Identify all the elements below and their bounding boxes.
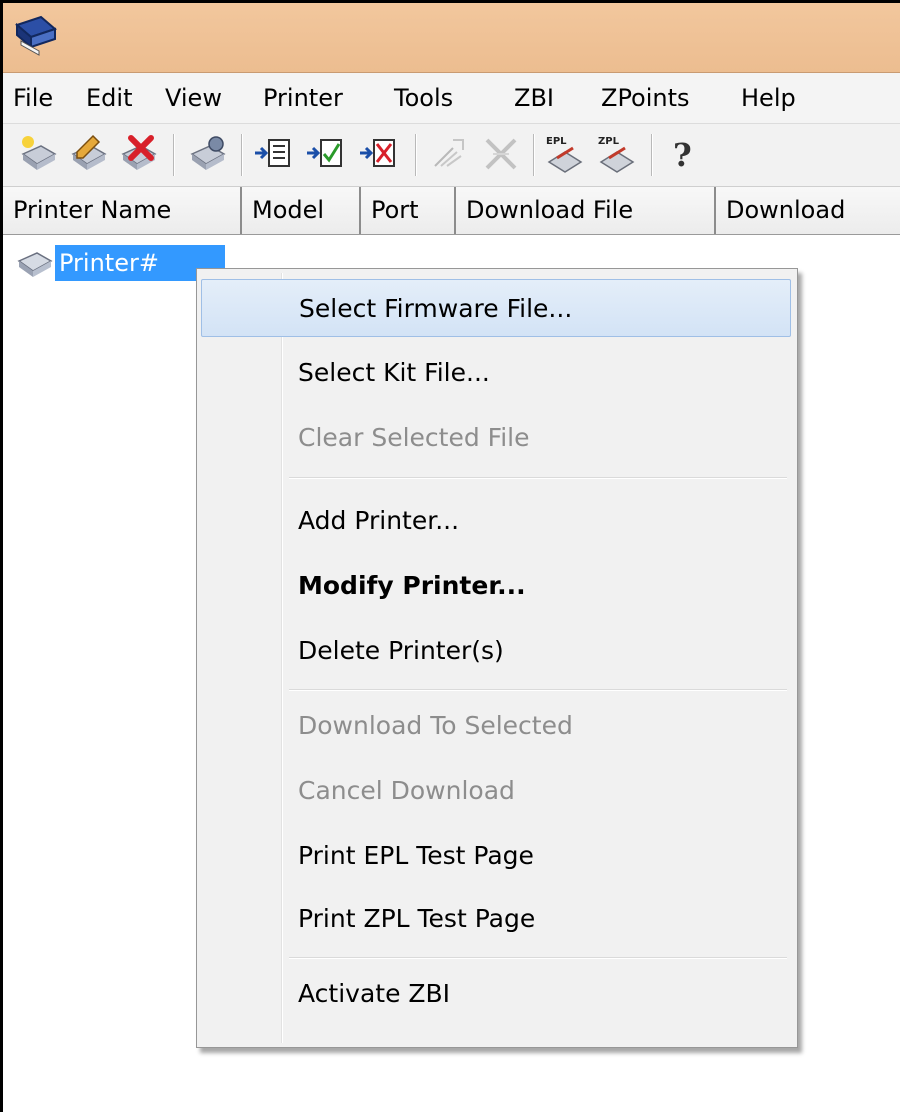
select-kit-icon[interactable] bbox=[303, 132, 347, 176]
epl-test-icon[interactable]: EPL bbox=[543, 132, 587, 176]
printer-icon bbox=[17, 249, 53, 279]
toolbar-separator bbox=[415, 134, 416, 176]
download-icon[interactable] bbox=[427, 132, 471, 176]
menu-item-print-zpl-test-page[interactable]: Print ZPL Test Page bbox=[201, 890, 791, 948]
menu-item-modify-printer[interactable]: Modify Printer... bbox=[201, 557, 791, 615]
menu-edit[interactable]: Edit bbox=[86, 83, 132, 113]
clear-file-icon[interactable] bbox=[356, 132, 400, 176]
menu-item-download-to-selected[interactable]: Download To Selected bbox=[201, 697, 791, 755]
app-printer-icon[interactable] bbox=[11, 11, 61, 61]
help-icon[interactable]: ? bbox=[663, 132, 707, 176]
delete-printer-icon[interactable] bbox=[117, 132, 161, 176]
app-window: File Edit View Printer Tools ZBI ZPoints… bbox=[0, 0, 900, 1112]
zpl-test-icon[interactable]: ZPL bbox=[595, 132, 639, 176]
menu-item-print-epl-test-page[interactable]: Print EPL Test Page bbox=[201, 827, 791, 885]
list-header: Printer Name Model Port Download File Do… bbox=[3, 187, 900, 235]
column-port[interactable]: Port bbox=[361, 187, 456, 234]
menu-item-select-kit-file[interactable]: Select Kit File... bbox=[201, 344, 791, 402]
menu-file[interactable]: File bbox=[13, 83, 53, 113]
menu-view[interactable]: View bbox=[165, 83, 222, 113]
menu-item-delete-printers[interactable]: Delete Printer(s) bbox=[201, 622, 791, 680]
menu-tools[interactable]: Tools bbox=[394, 83, 453, 113]
column-model[interactable]: Model bbox=[242, 187, 361, 234]
svg-text:?: ? bbox=[673, 136, 692, 174]
menu-printer[interactable]: Printer bbox=[263, 83, 343, 113]
menu-help[interactable]: Help bbox=[741, 83, 796, 113]
menu-item-select-firmware-file[interactable]: Select Firmware File... bbox=[201, 279, 791, 337]
toolbar-separator bbox=[533, 134, 534, 176]
context-menu: Select Firmware File... Select Kit File.… bbox=[196, 268, 798, 1048]
title-bar bbox=[3, 3, 900, 73]
cancel-download-icon[interactable] bbox=[479, 132, 523, 176]
menu-item-clear-selected-file[interactable]: Clear Selected File bbox=[201, 409, 791, 467]
menu-item-activate-zbi[interactable]: Activate ZBI bbox=[201, 965, 791, 1023]
select-file-icon[interactable] bbox=[251, 132, 295, 176]
svg-text:EPL: EPL bbox=[546, 136, 567, 147]
edit-printer-icon[interactable] bbox=[67, 132, 111, 176]
menu-item-cancel-download[interactable]: Cancel Download bbox=[201, 762, 791, 820]
toolbar-separator bbox=[241, 134, 242, 176]
svg-text:ZPL: ZPL bbox=[598, 136, 620, 147]
menu-zbi[interactable]: ZBI bbox=[514, 83, 554, 113]
menu-separator bbox=[289, 689, 787, 690]
menu-separator bbox=[289, 957, 787, 958]
menu-bar: File Edit View Printer Tools ZBI ZPoints… bbox=[3, 73, 900, 124]
toolbar-separator bbox=[173, 134, 174, 176]
toolbar: EPL ZPL ? bbox=[3, 124, 900, 187]
column-printer-name[interactable]: Printer Name bbox=[3, 187, 242, 234]
menu-separator bbox=[289, 477, 787, 478]
toolbar-separator bbox=[651, 134, 652, 176]
column-download-file[interactable]: Download File bbox=[456, 187, 716, 234]
column-download[interactable]: Download bbox=[716, 187, 900, 234]
menu-item-add-printer[interactable]: Add Printer... bbox=[201, 492, 791, 550]
printer-properties-icon[interactable] bbox=[186, 132, 230, 176]
new-printer-icon[interactable] bbox=[17, 132, 61, 176]
menu-zpoints[interactable]: ZPoints bbox=[601, 83, 690, 113]
